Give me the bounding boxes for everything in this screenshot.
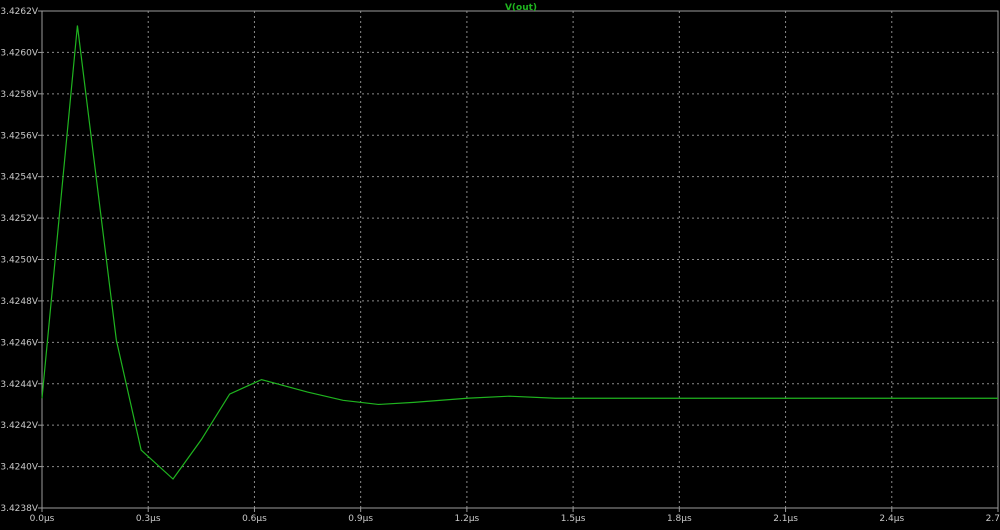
waveform-chart[interactable]: 0.0µs 0.3µs 0.6µs 0.9µs 1.2µs 1.5µs 1.8µs 2.1µs… bbox=[0, 0, 1000, 526]
x-tick-label: 0.9µs bbox=[348, 514, 373, 524]
y-tick-label: 23.4258V bbox=[0, 90, 39, 100]
y-tick-label: 23.4238V bbox=[0, 504, 39, 514]
x-tick-label: 0.3µs bbox=[136, 514, 161, 524]
y-tick-label: 23.4256V bbox=[0, 131, 39, 141]
x-tick-label: 0.6µs bbox=[242, 514, 267, 524]
x-tick-label: 0.0µs bbox=[30, 514, 55, 524]
y-tick-label: 23.4244V bbox=[0, 380, 39, 390]
x-tick-label: 1.5µs bbox=[561, 514, 586, 524]
x-tick-label: 1.8µs bbox=[667, 514, 692, 524]
y-tick-label: 23.4242V bbox=[0, 421, 39, 431]
plot-window: 0.0µs 0.3µs 0.6µs 0.9µs 1.2µs 1.5µs 1.8µs 2.1µs… bbox=[0, 0, 1000, 526]
x-tick-label: 2.4µs bbox=[879, 514, 904, 524]
trace-title[interactable]: V(out) bbox=[505, 3, 537, 13]
y-tick-label: 23.4262V bbox=[0, 7, 39, 17]
y-tick-label: 23.4260V bbox=[0, 48, 39, 58]
x-tick-label: 2.1µs bbox=[773, 514, 798, 524]
x-tick-label: 2.7µs bbox=[986, 514, 1000, 524]
y-tick-label: 23.4254V bbox=[0, 173, 39, 183]
y-tick-label: 23.4252V bbox=[0, 214, 39, 224]
y-tick-label: 23.4250V bbox=[0, 256, 39, 266]
y-tick-label: 23.4240V bbox=[0, 463, 39, 473]
x-tick-label: 1.2µs bbox=[455, 514, 480, 524]
y-tick-label: 23.4248V bbox=[0, 297, 39, 307]
plot-background bbox=[0, 0, 1000, 526]
y-tick-label: 23.4246V bbox=[0, 338, 39, 348]
